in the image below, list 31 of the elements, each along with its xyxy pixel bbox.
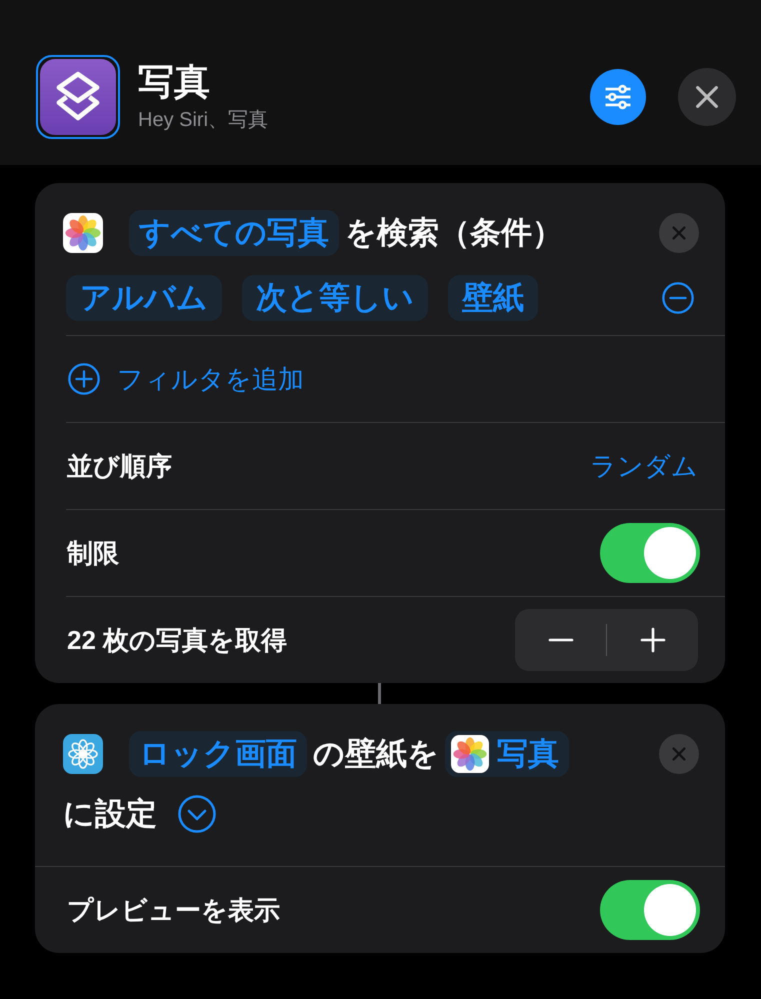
add-filter-button[interactable]: フィルタを追加 <box>67 362 304 396</box>
token-label: 写真 <box>497 735 559 773</box>
parameter-token[interactable]: ロック画面 <box>129 731 307 777</box>
photos-app-icon <box>451 735 489 773</box>
shortcut-title: 写真 <box>138 60 211 104</box>
action-text: を検索（条件） <box>345 214 563 252</box>
remove-filter-button[interactable] <box>661 281 695 315</box>
parameter-token[interactable]: 写真 <box>445 731 569 777</box>
row-label: 並び順序 <box>67 450 173 482</box>
minus-icon <box>661 281 695 315</box>
filter-token[interactable]: 壁紙 <box>448 275 538 321</box>
chevron-down-icon <box>177 794 217 834</box>
shortcut-subtitle: Hey Siri、写真 <box>138 108 270 133</box>
flower-icon <box>63 734 103 774</box>
expand-button[interactable] <box>177 794 217 834</box>
filter-token[interactable]: アルバム <box>66 275 222 321</box>
action-text: に設定 <box>63 795 157 833</box>
close-icon <box>670 224 688 242</box>
photos-app-icon <box>63 213 103 253</box>
row-label: プレビューを表示 <box>67 894 281 926</box>
plus-icon <box>638 625 668 655</box>
action-text: の壁紙を <box>313 735 439 773</box>
filter-token[interactable]: 次と等しい <box>242 275 428 321</box>
row-label: 制限 <box>67 536 120 570</box>
option-value[interactable]: ランダム <box>590 448 698 484</box>
shortcuts-app-icon[interactable] <box>40 58 116 134</box>
minus-icon <box>548 638 574 642</box>
plus-icon <box>67 362 101 396</box>
close-icon <box>670 745 688 763</box>
parameter-token[interactable]: すべての写真 <box>129 210 339 256</box>
row-label: 22 枚の写真を取得 <box>67 624 288 656</box>
